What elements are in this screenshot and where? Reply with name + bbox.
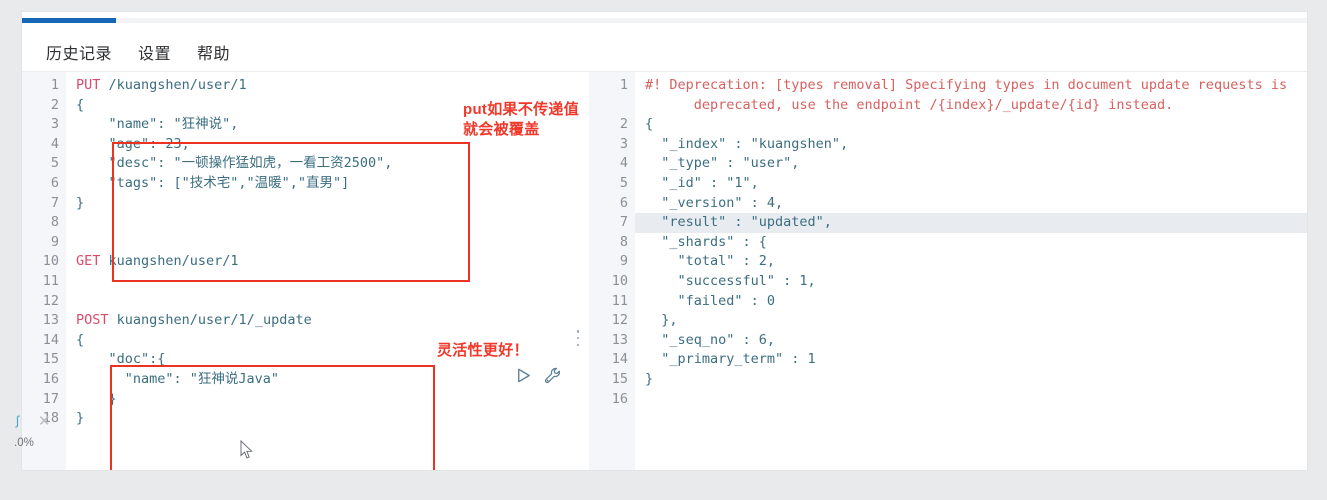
code-line[interactable]: "_seq_no" : 6, [645,331,1307,351]
line-number: 2▾ [589,115,641,135]
line-number: 3 [50,116,59,133]
line-number: 7 [619,214,628,231]
line-number: 7▴ [22,194,72,214]
code-line[interactable]: } [645,370,1307,390]
response-output-content[interactable]: #! Deprecation: [types removal] Specifyi… [635,72,1307,470]
line-number: 9 [619,253,628,270]
code-line[interactable]: "_primary_term" : 1 [645,350,1307,370]
code-line[interactable]: "result" : "updated", [635,213,1307,233]
menu-item-history[interactable]: 历史记录 [46,40,112,64]
line-number: 12 [42,292,59,309]
line-number: 1 [50,77,59,93]
top-progress-track [22,18,1307,23]
line-number: 4 [619,155,628,172]
line-number: 16 [42,370,59,387]
code-line[interactable]: } [76,194,567,214]
console-body: 12▾34567▴891011121314▾15▾1617▴18▴ PUT /k… [22,72,1307,470]
code-line[interactable]: "_version" : 4, [645,194,1307,214]
code-line[interactable] [76,292,567,312]
code-line[interactable]: "_shards" : { [645,233,1307,253]
line-number: 14 [611,351,628,368]
code-line[interactable]: GET kuangshen/user/1 [76,252,567,272]
bottom-left-overlay: ʃ ✕ .0% [0,405,62,465]
splitter-grip-icon[interactable] [576,330,580,346]
code-line[interactable]: #! Deprecation: [types removal] Specifyi… [645,76,1307,115]
menu-item-help[interactable]: 帮助 [197,40,230,64]
line-number: 8 [50,214,59,231]
response-output-gutter: 1 2▾3 4 5 6 7 8▾9 10 11 12▴13 14 15▴16 [589,72,641,470]
line-number: 5 [50,155,59,172]
line-number: 6 [619,194,628,211]
code-line[interactable]: "_id" : "1", [645,174,1307,194]
code-line[interactable]: "total" : 2, [645,252,1307,272]
line-number: 2▾ [22,96,72,116]
line-number: 1 [619,77,628,93]
line-number: 13 [42,312,59,329]
code-line[interactable]: { [645,115,1307,135]
line-number: 16 [611,390,628,407]
code-line[interactable]: }, [645,311,1307,331]
line-number: 14▾ [22,331,72,351]
line-number: 13 [611,331,628,348]
overlay-glyph-icon: ʃ [16,413,19,428]
overlay-percent-label: .0% [14,437,34,449]
code-line[interactable] [645,390,1307,410]
code-line[interactable]: PUT /kuangshen/user/1 [76,76,567,96]
line-number: 15▾ [22,350,72,370]
line-number: 5 [619,174,628,191]
close-icon[interactable]: ✕ [38,414,51,429]
response-output-code-area[interactable]: 1 2▾3 4 5 6 7 8▾9 10 11 12▴13 14 15▴16 #! Deprecati… [589,72,1307,470]
console-menu-bar: 历史记录 设置 帮助 [22,32,1307,72]
code-line[interactable]: } [76,409,567,429]
code-line[interactable] [76,233,567,253]
line-number: 15▴ [589,370,641,390]
menu-item-settings[interactable]: 设置 [138,40,171,64]
line-number: 4 [50,135,59,152]
editor-action-group[interactable] [514,366,562,385]
line-number: 11 [42,272,59,289]
code-line[interactable]: "successful" : 1, [645,272,1307,292]
code-line[interactable]: "tags": ["技术宅","温暖","直男"] [76,174,567,194]
code-line[interactable]: "failed" : 0 [645,292,1307,312]
code-line[interactable]: POST kuangshen/user/1/_update [76,311,567,331]
wrench-icon[interactable] [543,366,562,385]
response-output-pane[interactable]: 1 2▾3 4 5 6 7 8▾9 10 11 12▴13 14 15▴16 #! Deprecati… [589,72,1307,470]
line-number: 11 [611,292,628,309]
top-progress-bar [22,18,116,23]
line-number: 9 [50,233,59,250]
annotation-text-put: put如果不传递值 就会被覆盖 [463,101,580,138]
code-line[interactable] [76,213,567,233]
code-line[interactable]: "desc": "一顿操作猛如虎，一看工资2500", [76,154,567,174]
code-line[interactable]: } [76,390,567,410]
app-frame: 历史记录 设置 帮助 12▾34567▴891011121314▾15▾1617… [0,0,1327,500]
line-number: 10 [611,272,628,289]
play-icon[interactable] [514,366,533,385]
line-number: 8▾ [589,233,641,253]
code-line[interactable] [76,272,567,292]
line-number: 3 [619,135,628,152]
line-number: 6 [50,174,59,191]
code-line[interactable]: "_type" : "user", [645,154,1307,174]
code-line[interactable]: "_index" : "kuangshen", [645,135,1307,155]
line-number: 12▴ [589,311,641,331]
line-number: 10 [42,253,59,270]
code-line[interactable]: "name": "狂神说Java" [76,370,567,390]
annotation-text-post: 灵活性更好！ [437,342,529,359]
